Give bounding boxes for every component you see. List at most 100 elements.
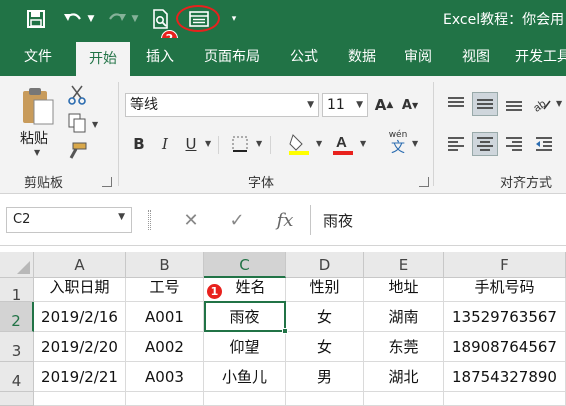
cell-e1[interactable]: 地址 bbox=[364, 278, 444, 302]
cell-f4[interactable]: 18754327890 bbox=[444, 362, 566, 392]
paste-label[interactable]: 粘贴 bbox=[20, 128, 48, 148]
font-color-dropdown-icon[interactable]: ▼ bbox=[360, 139, 366, 148]
format-painter-icon[interactable] bbox=[66, 140, 88, 162]
row-header-4[interactable]: 4 bbox=[0, 362, 34, 392]
phonetic-dropdown-icon[interactable]: ▼ bbox=[412, 139, 418, 148]
undo-dropdown-icon[interactable]: ▼ bbox=[86, 8, 96, 30]
cell-d5[interactable] bbox=[286, 392, 364, 406]
customize-qat-icon[interactable]: ▾ bbox=[228, 8, 240, 30]
cell-a4[interactable]: 2019/2/21 bbox=[34, 362, 126, 392]
tab-file[interactable]: 文件 bbox=[12, 38, 64, 76]
cell-f1[interactable]: 手机号码 bbox=[444, 278, 566, 302]
paste-icon[interactable] bbox=[18, 84, 58, 128]
cell-b3[interactable]: A002 bbox=[126, 332, 204, 362]
paste-dropdown-icon[interactable]: ▼ bbox=[34, 148, 40, 157]
cell-d3[interactable]: 女 bbox=[286, 332, 364, 362]
italic-icon[interactable]: I bbox=[154, 132, 176, 156]
phonetic-guide-icon[interactable]: wén 文 bbox=[386, 130, 410, 162]
borders-dropdown-icon[interactable]: ▼ bbox=[256, 139, 262, 148]
save-icon[interactable] bbox=[26, 8, 46, 30]
bold-icon[interactable]: B bbox=[128, 132, 150, 156]
cell-a2[interactable]: 2019/2/16 bbox=[34, 302, 126, 332]
cell-c4[interactable]: 小鱼儿 bbox=[204, 362, 286, 392]
row-header-2[interactable]: 2 bbox=[0, 302, 34, 332]
enter-icon[interactable]: ✓ bbox=[222, 206, 252, 234]
formula-input[interactable]: 雨夜 bbox=[310, 205, 566, 235]
align-top-icon[interactable] bbox=[444, 92, 468, 116]
print-preview-icon[interactable] bbox=[150, 8, 172, 30]
grow-font-icon[interactable]: A ▲ bbox=[372, 93, 396, 117]
undo-icon[interactable] bbox=[62, 8, 84, 30]
tab-data[interactable]: 数据 bbox=[336, 38, 388, 76]
font-size-select[interactable]: 11 ▼ bbox=[322, 93, 368, 117]
orientation-icon[interactable]: ab bbox=[530, 92, 554, 116]
cell-b1[interactable]: 工号 bbox=[126, 278, 204, 302]
underline-icon[interactable]: U bbox=[180, 132, 202, 156]
column-header-e[interactable]: E bbox=[364, 252, 444, 278]
tab-developer[interactable]: 开发工具 bbox=[508, 38, 566, 76]
clipboard-group-label: 剪贴板 bbox=[24, 176, 64, 191]
cell-d2[interactable]: 女 bbox=[286, 302, 364, 332]
ribbon-tabs: 文件 开始 插入 页面布局 公式 数据 审阅 视图 开发工具 bbox=[0, 38, 566, 76]
name-box[interactable]: C2 ▼ bbox=[6, 207, 132, 233]
cell-d1[interactable]: 性别 bbox=[286, 278, 364, 302]
column-header-a[interactable]: A bbox=[34, 252, 126, 278]
redo-icon[interactable] bbox=[106, 8, 128, 30]
orientation-dropdown-icon[interactable]: ▼ bbox=[556, 99, 562, 108]
row-header-3[interactable]: 3 bbox=[0, 332, 34, 362]
select-all-corner[interactable] bbox=[0, 252, 34, 278]
cell-e4[interactable]: 湖北 bbox=[364, 362, 444, 392]
cancel-icon[interactable]: ✕ bbox=[176, 206, 206, 234]
fill-handle[interactable] bbox=[282, 328, 288, 334]
column-header-c[interactable]: C bbox=[204, 252, 286, 278]
decrease-indent-icon[interactable] bbox=[532, 132, 556, 156]
underline-dropdown-icon[interactable]: ▼ bbox=[205, 139, 211, 148]
font-launcher-icon[interactable] bbox=[419, 177, 429, 187]
copy-icon[interactable] bbox=[66, 112, 88, 134]
cut-icon[interactable] bbox=[66, 84, 88, 106]
align-bottom-icon[interactable] bbox=[502, 92, 526, 116]
clipboard-launcher-icon[interactable] bbox=[102, 177, 112, 187]
cell-b2[interactable]: A001 bbox=[126, 302, 204, 332]
tab-formulas[interactable]: 公式 bbox=[278, 38, 330, 76]
cell-e5[interactable] bbox=[364, 392, 444, 406]
align-middle-icon[interactable] bbox=[472, 92, 498, 116]
borders-icon[interactable] bbox=[228, 132, 252, 156]
worksheet-grid: A B C D E F 1 2 3 4 入职日期 工号 姓名 性别 地址 手机号… bbox=[0, 246, 566, 406]
row-header-5[interactable] bbox=[0, 392, 34, 406]
align-center-icon[interactable] bbox=[472, 132, 498, 156]
cell-a3[interactable]: 2019/2/20 bbox=[34, 332, 126, 362]
column-header-b[interactable]: B bbox=[126, 252, 204, 278]
cell-f2[interactable]: 13529763567 bbox=[444, 302, 566, 332]
cell-c5[interactable] bbox=[204, 392, 286, 406]
cell-c3[interactable]: 仰望 bbox=[204, 332, 286, 362]
tab-view[interactable]: 视图 bbox=[450, 38, 502, 76]
cell-e2[interactable]: 湖南 bbox=[364, 302, 444, 332]
column-header-f[interactable]: F bbox=[444, 252, 566, 278]
cell-a1[interactable]: 入职日期 bbox=[34, 278, 126, 302]
row-header-1[interactable]: 1 bbox=[0, 278, 34, 304]
cell-f3[interactable]: 18908764567 bbox=[444, 332, 566, 362]
tab-home[interactable]: 开始 bbox=[76, 42, 130, 76]
tab-review[interactable]: 审阅 bbox=[392, 38, 444, 76]
cell-d4[interactable]: 男 bbox=[286, 362, 364, 392]
copy-dropdown-icon[interactable]: ▼ bbox=[92, 120, 98, 129]
cell-b5[interactable] bbox=[126, 392, 204, 406]
font-color-icon[interactable]: A bbox=[330, 130, 356, 158]
font-name-select[interactable]: 等线 ▼ bbox=[125, 93, 319, 117]
insert-function-icon[interactable]: fx bbox=[268, 206, 302, 234]
tab-page-layout[interactable]: 页面布局 bbox=[194, 38, 270, 76]
fill-color-dropdown-icon[interactable]: ▼ bbox=[316, 139, 322, 148]
cell-f5[interactable] bbox=[444, 392, 566, 406]
cell-e3[interactable]: 东莞 bbox=[364, 332, 444, 362]
cell-b4[interactable]: A003 bbox=[126, 362, 204, 392]
redo-dropdown-icon[interactable]: ▼ bbox=[130, 8, 140, 30]
shrink-font-icon[interactable]: A ▼ bbox=[398, 93, 422, 117]
column-header-d[interactable]: D bbox=[286, 252, 364, 278]
align-left-icon[interactable] bbox=[444, 132, 468, 156]
align-right-icon[interactable] bbox=[502, 132, 526, 156]
fill-color-icon[interactable] bbox=[286, 130, 312, 158]
tab-insert[interactable]: 插入 bbox=[134, 38, 186, 76]
cell-a5[interactable] bbox=[34, 392, 126, 406]
splitter-handle[interactable] bbox=[148, 210, 151, 230]
